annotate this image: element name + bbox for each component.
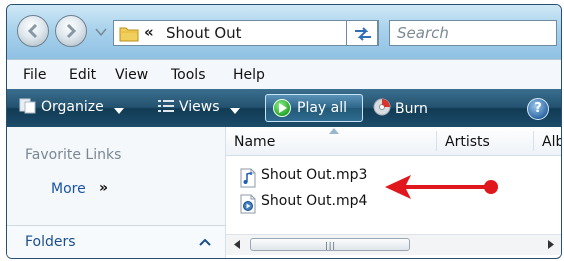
menu-edit[interactable]: Edit bbox=[69, 67, 96, 83]
more-chevron[interactable]: » bbox=[99, 180, 108, 196]
column-album-label: Alb bbox=[542, 134, 561, 150]
folders-section[interactable]: Folders bbox=[7, 225, 225, 258]
chevron-down-icon bbox=[229, 108, 240, 114]
column-artists-label: Artists bbox=[445, 134, 490, 150]
column-album[interactable]: Alb bbox=[534, 127, 561, 155]
video-file-icon bbox=[240, 194, 256, 214]
column-name[interactable]: Name bbox=[226, 127, 436, 155]
folders-label: Folders bbox=[25, 234, 76, 250]
views-icon bbox=[158, 100, 174, 112]
command-bar: Organize Views Play all Burn ? bbox=[7, 89, 561, 127]
menu-help[interactable]: Help bbox=[233, 67, 265, 83]
burn-disc-icon bbox=[373, 98, 391, 116]
scroll-left-icon[interactable] bbox=[234, 240, 240, 249]
address-path[interactable]: Shout Out bbox=[166, 24, 242, 42]
recent-pages-dropdown-icon[interactable] bbox=[95, 27, 107, 37]
forward-button[interactable] bbox=[55, 15, 87, 47]
views-label: Views bbox=[179, 99, 220, 115]
play-icon bbox=[273, 99, 291, 117]
file-name: Shout Out.mp4 bbox=[261, 193, 368, 209]
favorite-links-heading: Favorite Links bbox=[25, 147, 122, 163]
folder-icon bbox=[119, 27, 139, 42]
address-bar-area: « Shout Out Search bbox=[7, 5, 561, 59]
annotation-arrow-icon bbox=[385, 175, 498, 199]
address-chevron[interactable]: « bbox=[144, 23, 154, 41]
organize-button[interactable]: Organize bbox=[19, 98, 128, 115]
column-header: Name Artists Alb bbox=[226, 127, 561, 156]
play-all-button[interactable]: Play all bbox=[265, 94, 363, 122]
more-link[interactable]: More bbox=[51, 181, 86, 197]
views-button[interactable]: Views bbox=[157, 98, 244, 115]
organize-icon bbox=[19, 98, 36, 114]
menu-view[interactable]: View bbox=[115, 67, 148, 83]
horizontal-scrollbar[interactable]: ||| bbox=[226, 234, 561, 255]
menu-file[interactable]: File bbox=[23, 67, 46, 83]
menu-bar: File Edit View Tools Help bbox=[7, 59, 561, 90]
scrollbar-thumb[interactable]: ||| bbox=[250, 238, 410, 251]
burn-button[interactable]: Burn bbox=[373, 98, 428, 117]
refresh-button[interactable] bbox=[346, 20, 378, 46]
help-button[interactable]: ? bbox=[527, 98, 549, 120]
address-field[interactable]: « Shout Out bbox=[113, 20, 379, 46]
navigation-pane: Favorite Links More » Folders bbox=[7, 127, 226, 258]
search-input[interactable]: Search bbox=[389, 20, 557, 46]
chevron-down-icon bbox=[114, 108, 125, 114]
file-name: Shout Out.mp3 bbox=[261, 167, 368, 183]
organize-label: Organize bbox=[41, 99, 104, 115]
play-all-label: Play all bbox=[297, 100, 348, 116]
refresh-icon bbox=[355, 27, 371, 41]
burn-label: Burn bbox=[395, 101, 428, 117]
menu-tools[interactable]: Tools bbox=[171, 67, 206, 83]
back-button[interactable] bbox=[17, 15, 49, 47]
scroll-right-icon[interactable] bbox=[548, 240, 554, 249]
forward-arrow-icon bbox=[66, 23, 77, 39]
column-artists[interactable]: Artists bbox=[437, 127, 533, 155]
back-arrow-icon bbox=[27, 23, 38, 39]
chevron-up-icon[interactable] bbox=[199, 238, 211, 246]
column-name-label: Name bbox=[234, 134, 276, 150]
explorer-window: « Shout Out Search File Edit View Tools … bbox=[6, 4, 562, 259]
audio-file-icon bbox=[240, 168, 256, 188]
scrollbar-grip: ||| bbox=[325, 241, 337, 250]
